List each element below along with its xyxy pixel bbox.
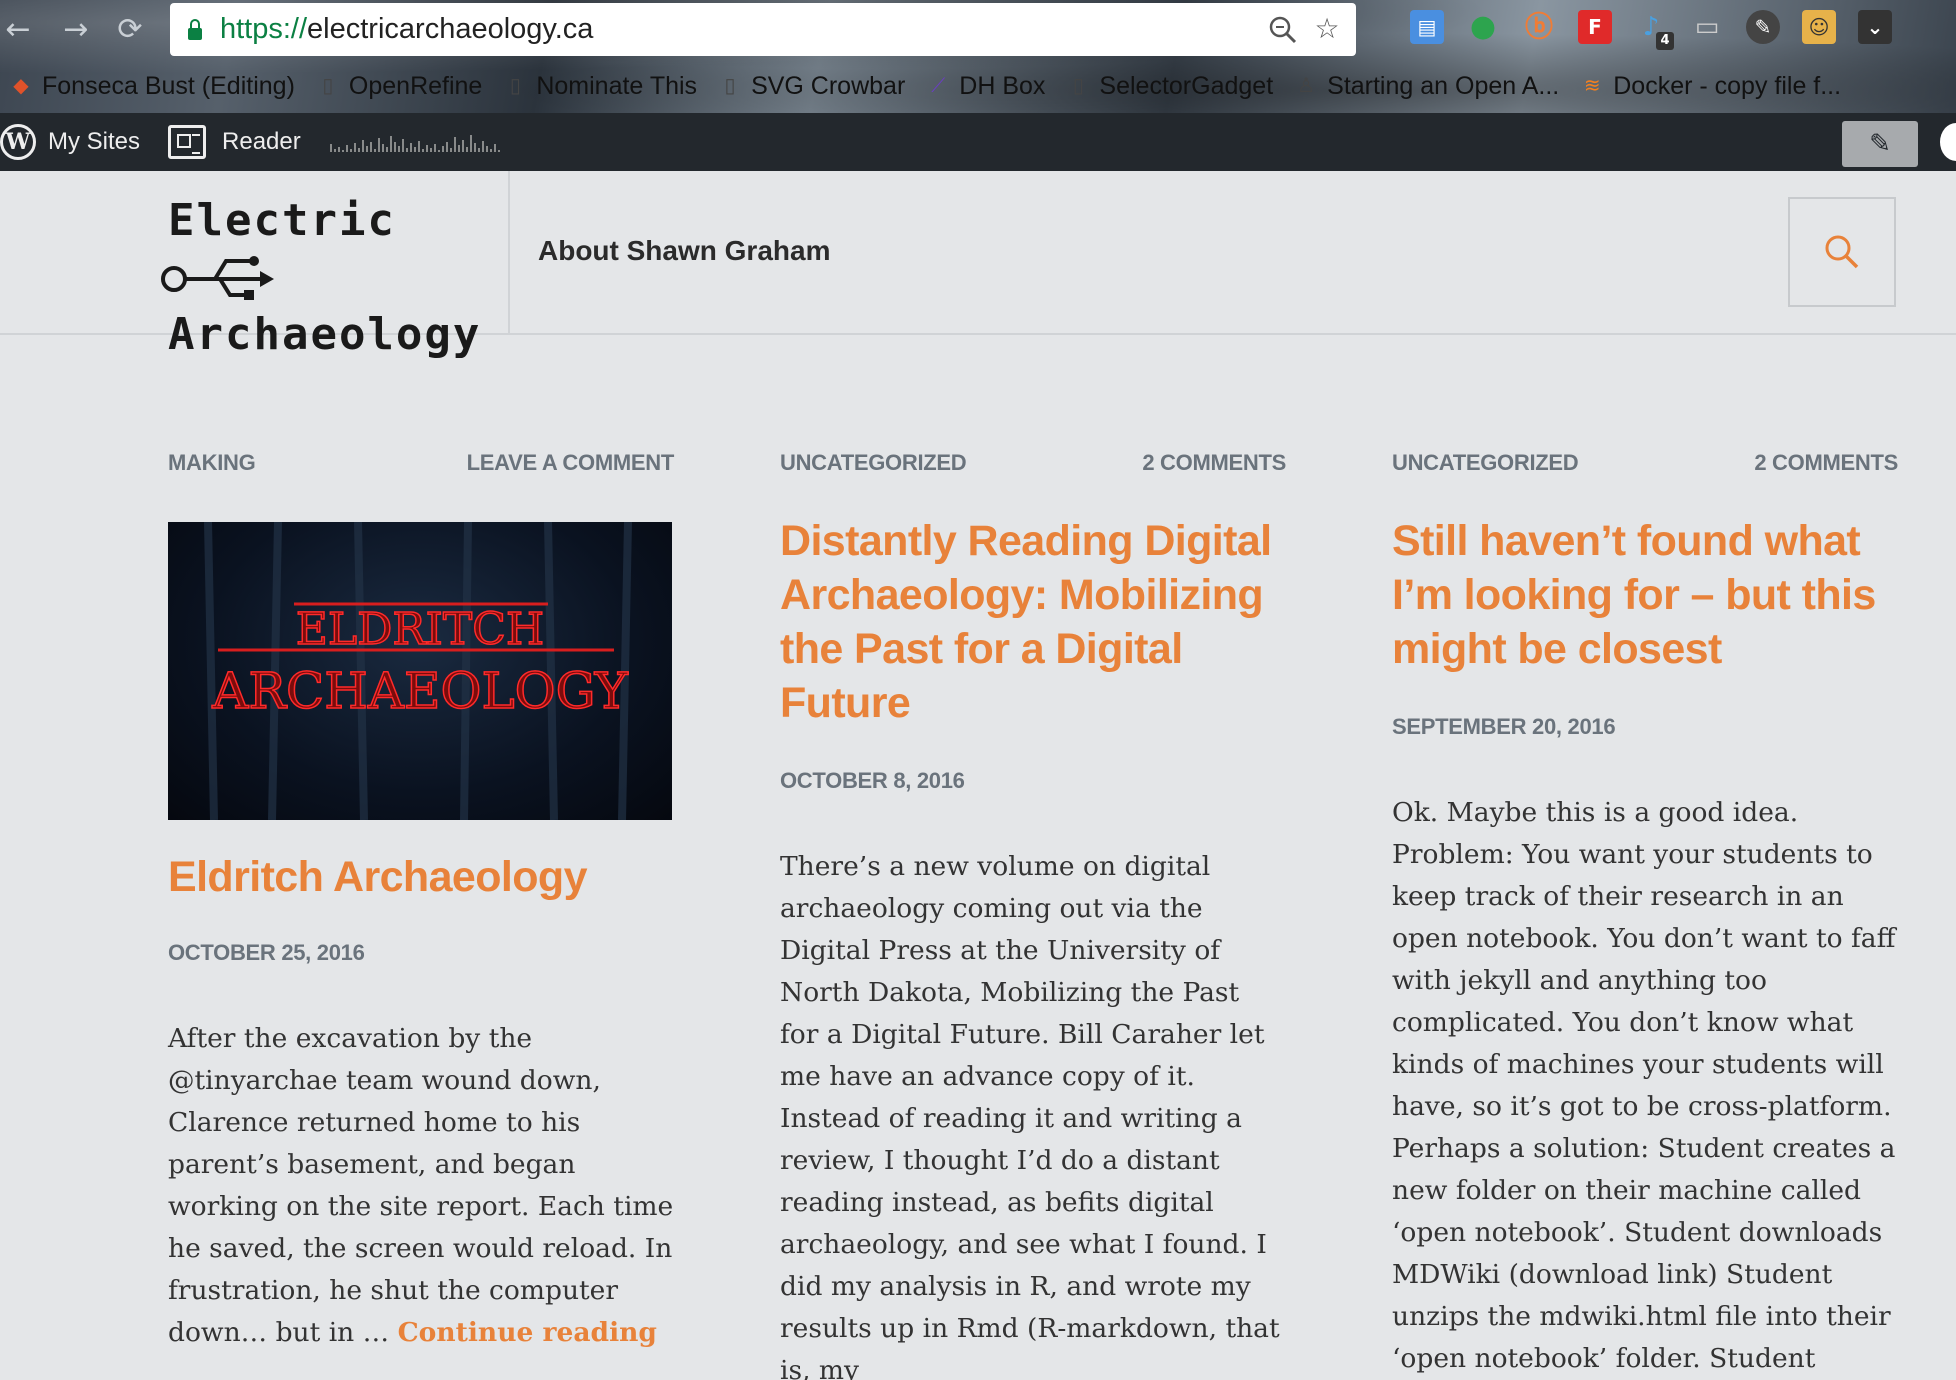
post-meta: MAKING LEAVE A COMMENT: [168, 450, 674, 476]
site-logo[interactable]: Electric Archaeology: [161, 193, 488, 360]
zoom-icon[interactable]: [1268, 11, 1298, 47]
wp-admin-bar: W My Sites Reader ✎: [0, 113, 1956, 171]
post-meta: UNCATEGORIZED 2 COMMENTS: [780, 450, 1286, 476]
address-bar[interactable]: https://electricarchaeology.ca ☆: [170, 3, 1356, 56]
wand-icon: ⟋: [931, 75, 946, 97]
header-divider: [508, 171, 510, 335]
bookmark-item[interactable]: ▯ SVG Crowbar: [719, 72, 906, 101]
bookmarks-bar: ◆ Fonseca Bust (Editing) ▯ OpenRefine ▯ …: [0, 64, 1956, 108]
my-sites-link[interactable]: W My Sites: [0, 124, 140, 160]
post-title-link[interactable]: Still haven’t found what I’m looking for…: [1392, 514, 1898, 676]
post-meta: UNCATEGORIZED 2 COMMENTS: [1392, 450, 1898, 476]
write-post-button[interactable]: ✎: [1842, 121, 1918, 167]
reload-icon[interactable]: ⟳: [112, 12, 148, 48]
url-text[interactable]: https://electricarchaeology.ca: [220, 13, 593, 46]
evernote-extension-icon[interactable]: ●: [1466, 10, 1500, 44]
stack-icon: ≋: [1583, 75, 1601, 97]
pencil-extension-icon[interactable]: ✎: [1746, 10, 1780, 44]
post-card: UNCATEGORIZED 2 COMMENTS Still haven’t f…: [1392, 450, 1898, 1380]
bookmark-item[interactable]: ▯ OpenRefine: [317, 72, 482, 101]
person-icon: ♙: [1297, 75, 1316, 97]
search-button[interactable]: [1788, 197, 1896, 307]
face-extension-icon[interactable]: ☺: [1802, 10, 1836, 44]
bookmark-star-icon[interactable]: ☆: [1312, 11, 1342, 47]
pencil-plus-icon: ✎: [1869, 129, 1891, 159]
bookmark-item[interactable]: ▯ SelectorGadget: [1067, 72, 1273, 101]
reader-icon: [168, 125, 207, 159]
post-date[interactable]: OCTOBER 25, 2016: [168, 940, 674, 966]
page-icon: ▯: [724, 75, 736, 97]
avatar[interactable]: [1940, 123, 1956, 161]
wordpress-icon: W: [0, 124, 36, 160]
diamond-icon: ◆: [13, 75, 29, 97]
docs-extension-icon[interactable]: ▤: [1410, 10, 1444, 44]
post-excerpt: Ok. Maybe this is a good idea. Problem: …: [1392, 797, 1896, 1374]
back-icon[interactable]: ←: [0, 12, 36, 48]
stats-sparkline-icon[interactable]: [329, 130, 501, 154]
svg-text:ELDRITCH: ELDRITCH: [296, 604, 545, 655]
flipboard-extension-icon[interactable]: F: [1578, 10, 1612, 44]
post-date[interactable]: SEPTEMBER 20, 2016: [1392, 714, 1898, 740]
post-excerpt: After the excavation by the @tinyarchae …: [168, 1023, 674, 1348]
post-date[interactable]: OCTOBER 8, 2016: [780, 768, 1286, 794]
page-icon: ▯: [1072, 75, 1084, 97]
post-comments-link[interactable]: 2 COMMENTS: [1754, 450, 1898, 476]
post-category-link[interactable]: UNCATEGORIZED: [780, 450, 967, 476]
svg-text:ARCHAEOLOGY: ARCHAEOLOGY: [211, 662, 628, 720]
continue-reading-link[interactable]: Continue reading: [398, 1317, 657, 1348]
post-excerpt: There’s a new volume on digital archaeol…: [780, 851, 1280, 1380]
logo-line-2: Archaeology: [168, 309, 482, 360]
post-title-link[interactable]: Eldritch Archaeology: [168, 850, 674, 904]
bookmark-item[interactable]: ≋ Docker - copy file f...: [1581, 72, 1841, 101]
page-icon: ▯: [509, 75, 521, 97]
bookmark-item[interactable]: ♙ Starting an Open A...: [1295, 72, 1559, 101]
post-category-link[interactable]: UNCATEGORIZED: [1392, 450, 1579, 476]
bookmark-item[interactable]: ◆ Fonseca Bust (Editing): [10, 72, 295, 101]
post-category-link[interactable]: MAKING: [168, 450, 256, 476]
forward-icon[interactable]: →: [58, 12, 94, 48]
pocket-extension-icon[interactable]: ⌄: [1858, 10, 1892, 44]
notifications-extension-icon[interactable]: ♪ 4: [1634, 10, 1674, 50]
post-card: UNCATEGORIZED 2 COMMENTS Distantly Readi…: [780, 450, 1286, 1380]
page-icon: ▯: [322, 75, 334, 97]
usb-plug-icon: [161, 256, 274, 300]
lock-icon: [188, 18, 202, 40]
bookmark-item[interactable]: ⟋ DH Box: [927, 72, 1045, 101]
browser-chrome: ← → ⟳ https://electricarchaeology.ca ☆ ▤…: [0, 0, 1956, 113]
bookmark-item[interactable]: ▯ Nominate This: [504, 72, 697, 101]
post-title-link[interactable]: Distantly Reading Digital Archaeology: M…: [780, 514, 1286, 730]
reader-link[interactable]: Reader: [168, 125, 301, 159]
post-thumbnail[interactable]: ELDRITCH ARCHAEOLOGY: [168, 522, 672, 820]
comment-extension-icon[interactable]: ▭: [1690, 10, 1724, 44]
nav-about-link[interactable]: About Shawn Graham: [538, 235, 830, 267]
logo-line-1: Electric: [161, 193, 488, 307]
post-comments-link[interactable]: LEAVE A COMMENT: [467, 450, 675, 476]
search-icon: [1825, 235, 1859, 269]
hypothesis-extension-icon[interactable]: ⓑ: [1522, 10, 1556, 44]
site-header: Electric Archaeology About Shawn Graham: [0, 171, 1956, 360]
post-card: MAKING LEAVE A COMMENT ELDRITCH ARCHAEOL…: [168, 450, 674, 1354]
post-comments-link[interactable]: 2 COMMENTS: [1142, 450, 1286, 476]
